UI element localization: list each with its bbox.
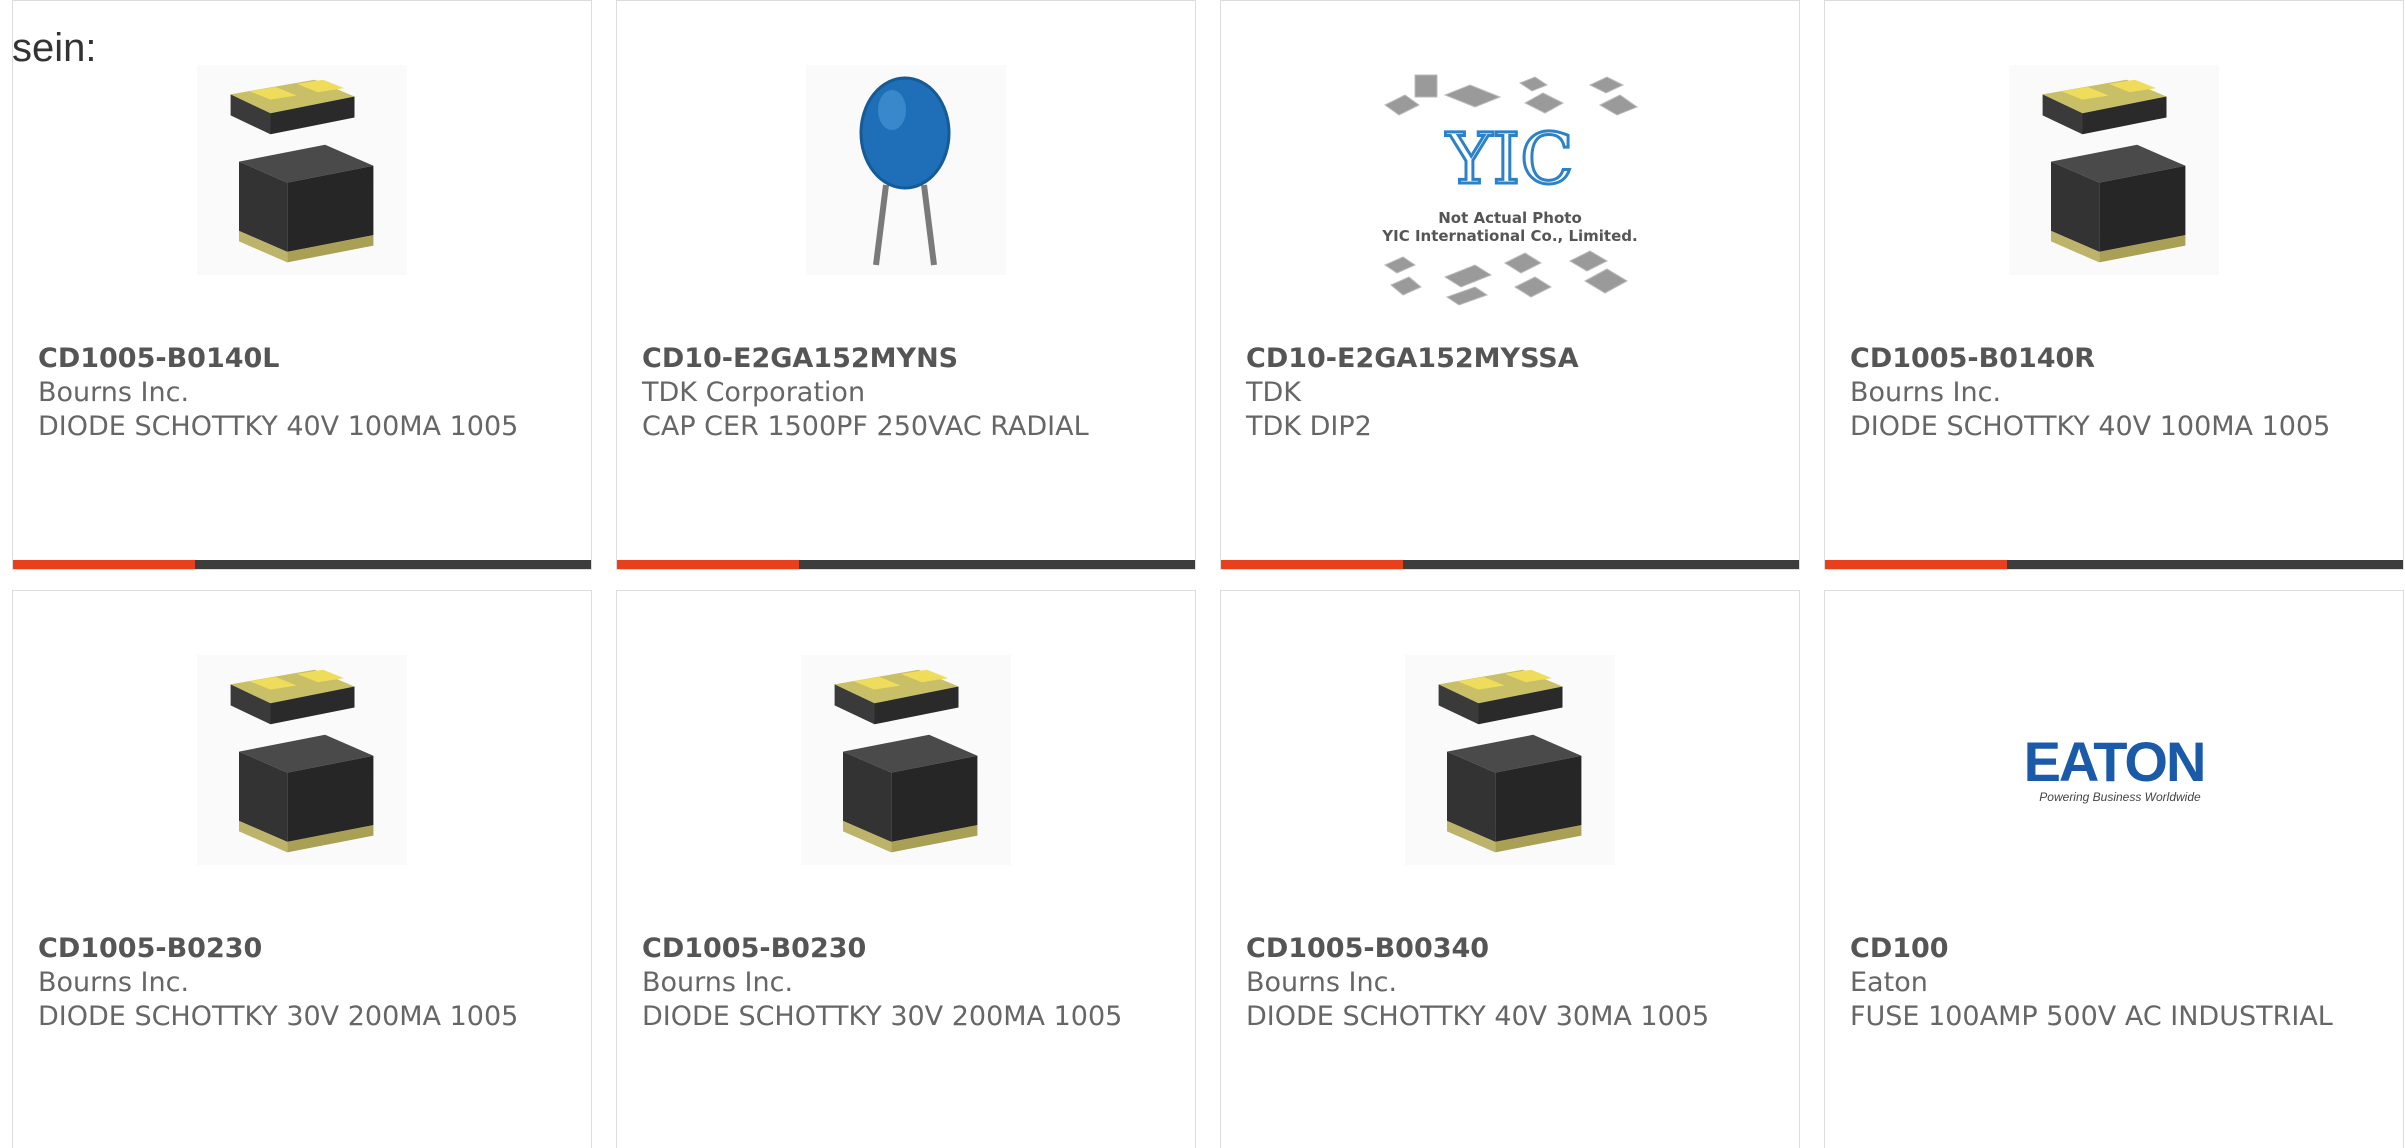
product-info: CD10-E2GA152MYSSA TDK TDK DIP2 [1246,342,1786,444]
card-bottom-bar [1221,560,1799,569]
product-image[interactable] [1825,65,2403,341]
product-info: CD1005-B0230 Bourns Inc. DIODE SCHOTTKY … [38,932,578,1034]
card-bottom-bar [13,560,591,569]
manufacturer: TDK Corporation [642,377,866,408]
product-info: CD1005-B0230 Bourns Inc. DIODE SCHOTTKY … [642,932,1182,1034]
image-caption-line1: Not Actual Photo [1438,209,1582,227]
card-accent-bar [1825,560,2007,569]
product-info: CD1005-B0140L Bourns Inc. DIODE SCHOTTKY… [38,342,578,444]
part-number[interactable]: CD1005-B0230 [38,932,578,966]
product-image[interactable]: YIC Not Actual Photo YIC International C… [1221,65,1799,341]
part-number[interactable]: CD1005-B0230 [642,932,1182,966]
product-info: CD1005-B00340 Bourns Inc. DIODE SCHOTTKY… [1246,932,1786,1034]
smd-diode-image [1405,655,1615,865]
eaton-logo-image: EATON Powering Business Worldwide [2004,655,2224,865]
product-info: CD1005-B0140R Bourns Inc. DIODE SCHOTTKY… [1850,342,2390,444]
product-card[interactable]: CD1005-B0230 Bourns Inc. DIODE SCHOTTKY … [616,590,1196,1148]
ceramic-capacitor-image [806,65,1006,275]
smd-diode-image [197,65,407,275]
description: DIODE SCHOTTKY 40V 100MA 1005 [38,411,519,442]
description: DIODE SCHOTTKY 30V 200MA 1005 [38,1001,519,1032]
card-bottom-bar [617,560,1195,569]
product-card[interactable]: CD1005-B0230 Bourns Inc. DIODE SCHOTTKY … [12,590,592,1148]
part-number[interactable]: CD100 [1850,932,2390,966]
product-image[interactable] [617,655,1195,931]
product-image[interactable]: EATON Powering Business Worldwide [1825,655,2403,931]
card-accent-bar [1221,560,1403,569]
description: DIODE SCHOTTKY 30V 200MA 1005 [642,1001,1123,1032]
product-card[interactable]: CD1005-B0140L Bourns Inc. DIODE SCHOTTKY… [12,0,592,570]
product-image[interactable] [1221,655,1799,931]
description: FUSE 100AMP 500V AC INDUSTRIAL [1850,1001,2333,1032]
description: DIODE SCHOTTKY 40V 30MA 1005 [1246,1001,1710,1032]
product-card[interactable]: CD10-E2GA152MYNS TDK Corporation CAP CER… [616,0,1196,570]
description: TDK DIP2 [1246,411,1372,442]
description: DIODE SCHOTTKY 40V 100MA 1005 [1850,411,2331,442]
smd-diode-image [197,655,407,865]
yic-placeholder-image: YIC Not Actual Photo YIC International C… [1375,65,1645,315]
part-number[interactable]: CD10-E2GA152MYSSA [1246,342,1786,376]
part-number[interactable]: CD10-E2GA152MYNS [642,342,1182,376]
product-info: CD100 Eaton FUSE 100AMP 500V AC INDUSTRI… [1850,932,2390,1034]
product-image[interactable] [617,65,1195,341]
manufacturer: Bourns Inc. [1246,967,1398,998]
page-heading: sein: [12,26,97,70]
manufacturer: Bourns Inc. [38,967,190,998]
product-card[interactable]: EATON Powering Business Worldwide CD100 … [1824,590,2404,1148]
image-caption-line2: YIC International Co., Limited. [1381,227,1637,245]
card-accent-bar [617,560,799,569]
part-number[interactable]: CD1005-B0140L [38,342,578,376]
part-number[interactable]: CD1005-B0140R [1850,342,2390,376]
product-image[interactable] [13,655,591,931]
manufacturer: Eaton [1850,967,1928,998]
manufacturer: Bourns Inc. [38,377,190,408]
product-image[interactable] [13,65,591,341]
description: CAP CER 1500PF 250VAC RADIAL [642,411,1089,442]
manufacturer: Bourns Inc. [642,967,794,998]
eaton-tagline: Powering Business Worldwide [2039,790,2201,804]
yic-logo: YIC [1445,118,1573,200]
smd-diode-image [801,655,1011,865]
part-number[interactable]: CD1005-B00340 [1246,932,1786,966]
product-card[interactable]: YIC Not Actual Photo YIC International C… [1220,0,1800,570]
smd-diode-image [2009,65,2219,275]
product-grid: CD1005-B0140L Bourns Inc. DIODE SCHOTTKY… [12,0,2405,1148]
manufacturer: TDK [1246,377,1301,408]
product-card[interactable]: CD1005-B00340 Bourns Inc. DIODE SCHOTTKY… [1220,590,1800,1148]
eaton-logo-text: EATON [2024,730,2205,793]
product-card[interactable]: CD1005-B0140R Bourns Inc. DIODE SCHOTTKY… [1824,0,2404,570]
card-accent-bar [13,560,195,569]
card-bottom-bar [1825,560,2403,569]
manufacturer: Bourns Inc. [1850,377,2002,408]
product-info: CD10-E2GA152MYNS TDK Corporation CAP CER… [642,342,1182,444]
